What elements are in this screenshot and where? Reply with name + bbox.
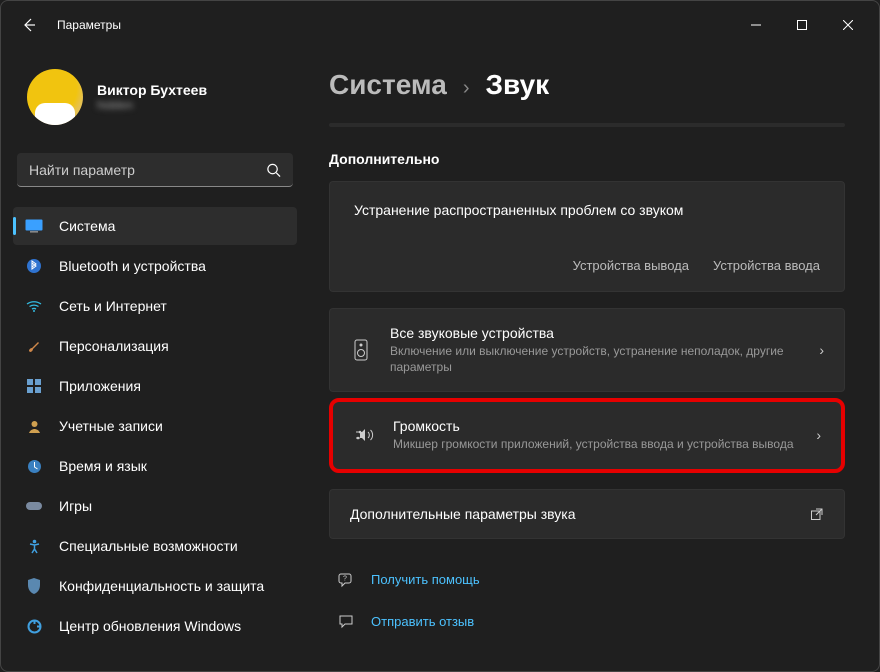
get-help-link[interactable]: ? Получить помощь <box>329 559 845 601</box>
system-icon <box>25 217 43 235</box>
nav-privacy[interactable]: Конфиденциальность и защита <box>13 567 297 605</box>
window-title: Параметры <box>57 18 121 32</box>
troubleshoot-output-button[interactable]: Устройства вывода <box>573 258 689 273</box>
external-link-icon <box>810 507 824 521</box>
apps-icon <box>25 377 43 395</box>
nav-label: Система <box>59 218 115 234</box>
row-sub: Микшер громкости приложений, устройства … <box>393 436 798 452</box>
row-sub: Включение или выключение устройств, устр… <box>390 343 801 375</box>
nav-accessibility[interactable]: Специальные возможности <box>13 527 297 565</box>
minimize-button[interactable] <box>733 9 779 41</box>
nav-label: Время и язык <box>59 458 147 474</box>
titlebar: Параметры <box>1 1 879 49</box>
nav: Система Bluetooth и устройства Сеть и Ин… <box>13 207 297 645</box>
bluetooth-icon <box>25 257 43 275</box>
nav-bluetooth[interactable]: Bluetooth и устройства <box>13 247 297 285</box>
chevron-right-icon: › <box>816 427 821 443</box>
user-block[interactable]: Виктор Бухтеев hidden <box>13 49 297 149</box>
section-title: Дополнительно <box>329 151 845 167</box>
scroll-indicator <box>329 123 845 127</box>
volume-row[interactable]: Громкость Микшер громкости приложений, у… <box>329 398 845 472</box>
nav-accounts[interactable]: Учетные записи <box>13 407 297 445</box>
accounts-icon <box>25 417 43 435</box>
breadcrumb-current: Звук <box>486 69 550 101</box>
close-button[interactable] <box>825 9 871 41</box>
nav-label: Bluetooth и устройства <box>59 258 206 274</box>
chevron-right-icon: › <box>819 342 824 358</box>
nav-label: Центр обновления Windows <box>59 618 241 634</box>
nav-time-language[interactable]: Время и язык <box>13 447 297 485</box>
nav-personalization[interactable]: Персонализация <box>13 327 297 365</box>
update-icon <box>25 617 43 635</box>
feedback-icon <box>335 613 357 631</box>
avatar <box>27 69 83 125</box>
nav-label: Учетные записи <box>59 418 163 434</box>
brush-icon <box>25 337 43 355</box>
nav-network[interactable]: Сеть и Интернет <box>13 287 297 325</box>
troubleshoot-input-button[interactable]: Устройства ввода <box>713 258 820 273</box>
wifi-icon <box>25 297 43 315</box>
nav-apps[interactable]: Приложения <box>13 367 297 405</box>
time-icon <box>25 457 43 475</box>
row-title: Дополнительные параметры звука <box>350 506 792 522</box>
nav-label: Персонализация <box>59 338 169 354</box>
search-icon <box>266 163 281 178</box>
sidebar: Виктор Бухтеев hidden Система Bluetooth … <box>1 49 309 671</box>
breadcrumb-root[interactable]: Система <box>329 69 447 101</box>
window-controls <box>733 9 871 41</box>
troubleshoot-title: Устранение распространенных проблем со з… <box>354 202 820 218</box>
breadcrumb: Система › Звук <box>329 69 845 101</box>
svg-text:?: ? <box>343 575 347 582</box>
nav-windows-update[interactable]: Центр обновления Windows <box>13 607 297 645</box>
more-sound-row[interactable]: Дополнительные параметры звука <box>329 489 845 539</box>
feedback-link[interactable]: Отправить отзыв <box>329 601 845 643</box>
shield-icon <box>25 577 43 595</box>
mixer-icon <box>353 426 375 444</box>
accessibility-icon <box>25 537 43 555</box>
troubleshoot-card: Устранение распространенных проблем со з… <box>329 181 845 292</box>
feedback-text: Отправить отзыв <box>371 614 474 629</box>
nav-gaming[interactable]: Игры <box>13 487 297 525</box>
nav-system[interactable]: Система <box>13 207 297 245</box>
maximize-button[interactable] <box>779 9 825 41</box>
search-input[interactable] <box>17 153 293 187</box>
row-title: Громкость <box>393 418 798 434</box>
back-button[interactable] <box>9 5 49 45</box>
speaker-icon <box>350 339 372 361</box>
nav-label: Специальные возможности <box>59 538 238 554</box>
content: Система › Звук Дополнительно Устранение … <box>309 49 879 671</box>
row-title: Все звуковые устройства <box>390 325 801 341</box>
nav-label: Игры <box>59 498 92 514</box>
gaming-icon <box>25 497 43 515</box>
get-help-text: Получить помощь <box>371 572 480 587</box>
user-name: Виктор Бухтеев <box>97 82 207 98</box>
user-email: hidden <box>97 98 207 112</box>
chevron-right-icon: › <box>463 77 470 100</box>
nav-label: Конфиденциальность и защита <box>59 578 264 594</box>
help-icon: ? <box>335 571 357 589</box>
search-box[interactable] <box>17 153 293 187</box>
all-devices-row[interactable]: Все звуковые устройства Включение или вы… <box>329 308 845 392</box>
nav-label: Сеть и Интернет <box>59 298 167 314</box>
nav-label: Приложения <box>59 378 141 394</box>
